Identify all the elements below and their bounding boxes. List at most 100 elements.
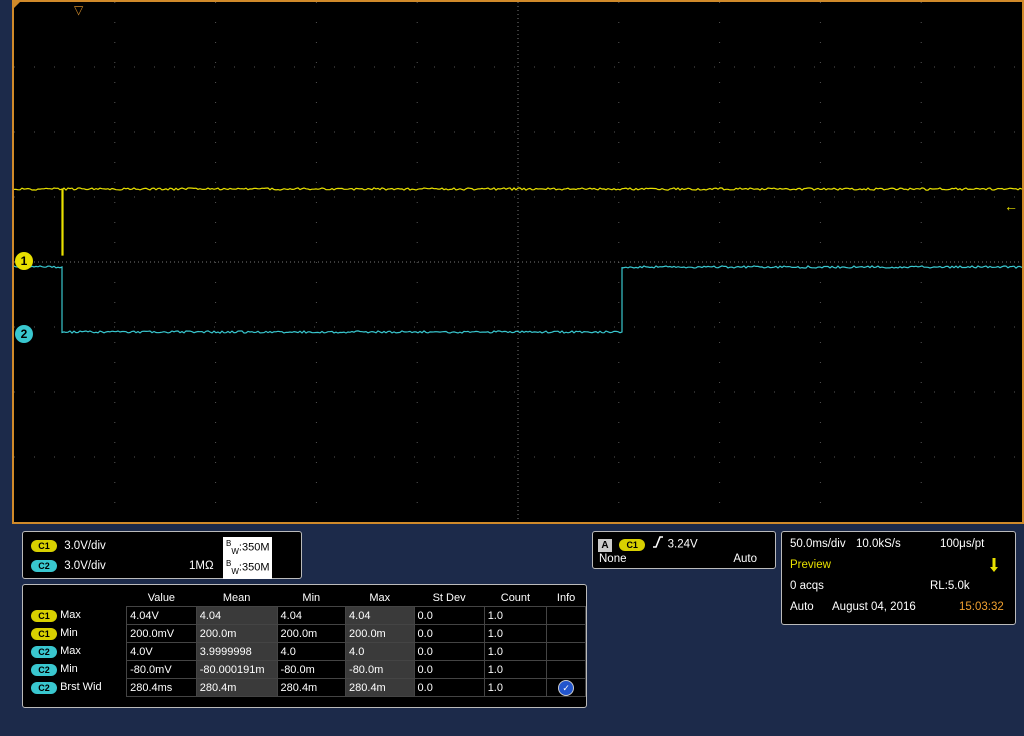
waveform-display[interactable]: ▽ ← 1 2	[12, 0, 1024, 524]
trigger-mode[interactable]: Auto	[733, 553, 757, 565]
header-stdev: St Dev	[414, 589, 484, 607]
measurement-info	[547, 625, 586, 643]
trigger-level[interactable]: 3.24V	[668, 539, 698, 551]
header-count: Count	[484, 589, 547, 607]
measurement-mean: 4.04	[196, 607, 277, 625]
measurement-row[interactable]: C2 Min -80.0mV -80.000191m -80.0m -80.0m…	[27, 661, 586, 679]
measurement-min: 4.04	[277, 607, 346, 625]
header-value: Value	[127, 589, 197, 607]
resolution: 100μs/pt	[940, 535, 984, 553]
measurement-min: 200.0m	[277, 625, 346, 643]
channel-1-marker[interactable]: 1	[15, 252, 33, 270]
channel-1-scale[interactable]: 3.0V/div	[64, 540, 106, 552]
channel-1-trace	[14, 188, 1022, 255]
measurement-count: 1.0	[484, 679, 547, 697]
channel-settings-panel[interactable]: C1 3.0V/div BW:350M C2 3.0V/div 1MΩ BW:3…	[22, 531, 302, 579]
trigger-level-marker[interactable]: ←	[1004, 198, 1018, 214]
measurement-info	[547, 643, 586, 661]
measurement-row[interactable]: C1 Min 200.0mV 200.0m 200.0m 200.0m 0.0 …	[27, 625, 586, 643]
channel-2-badge[interactable]: C2	[31, 560, 57, 572]
measurement-max: 280.4m	[346, 679, 415, 697]
record-length[interactable]: RL:5.0k	[930, 577, 970, 595]
measurement-min: 4.0	[277, 643, 346, 661]
measurement-name: Min	[60, 663, 78, 675]
measurement-value: 200.0mV	[127, 625, 197, 643]
trigger-coupling[interactable]: None	[599, 553, 627, 565]
channel-2-settings[interactable]: C2 3.0V/div 1MΩ BW:350M	[31, 557, 297, 575]
measurement-count: 1.0	[484, 643, 547, 661]
measurement-mean: 3.9999998	[196, 643, 277, 661]
measurement-channel-badge: C2	[31, 682, 57, 694]
measurement-name: Brst Wid	[60, 681, 102, 693]
measurement-name: Max	[60, 645, 81, 657]
graticule[interactable]	[14, 2, 1022, 522]
rising-edge-icon	[652, 536, 664, 553]
measurement-row[interactable]: C2 Max 4.0V 3.9999998 4.0 4.0 0.0 1.0	[27, 643, 586, 661]
measurement-mean: -80.000191m	[196, 661, 277, 679]
measurement-max: 4.04	[346, 607, 415, 625]
measurement-stdev: 0.0	[414, 625, 484, 643]
measurement-label[interactable]: C2 Max	[27, 643, 127, 661]
measurement-max: -80.0m	[346, 661, 415, 679]
measurement-max: 4.0	[346, 643, 415, 661]
channel-2-impedance[interactable]: 1MΩ	[189, 557, 214, 575]
horizontal-mode[interactable]: Auto	[790, 598, 814, 616]
header-max: Max	[346, 589, 415, 607]
measurement-value: 280.4ms	[127, 679, 197, 697]
measurement-channel-badge: C1	[31, 610, 57, 622]
measurement-value: -80.0mV	[127, 661, 197, 679]
measurements-table: Value Mean Min Max St Dev Count Info C1 …	[27, 589, 586, 697]
time: 15:03:32	[959, 598, 1004, 616]
measurement-name: Min	[60, 627, 78, 639]
measurement-count: 1.0	[484, 625, 547, 643]
info-icon[interactable]: ✓	[558, 680, 574, 696]
measurement-label[interactable]: C2 Min	[27, 661, 127, 679]
measurement-stdev: 0.0	[414, 643, 484, 661]
measurement-stdev: 0.0	[414, 679, 484, 697]
measurement-value: 4.04V	[127, 607, 197, 625]
measurement-label[interactable]: C1 Max	[27, 607, 127, 625]
trigger-panel[interactable]: A C1 3.24V None Auto	[592, 531, 776, 569]
measurement-name: Max	[60, 609, 81, 621]
measurement-count: 1.0	[484, 607, 547, 625]
measurement-info[interactable]: ✓	[547, 679, 586, 697]
measurement-label[interactable]: C1 Min	[27, 625, 127, 643]
measurement-max: 200.0m	[346, 625, 415, 643]
channel-2-bandwidth[interactable]: BW:350M	[223, 557, 272, 579]
measurement-value: 4.0V	[127, 643, 197, 661]
acquisition-panel[interactable]: 50.0ms/div 10.0kS/s 100μs/pt Preview 0 a…	[781, 531, 1016, 625]
channel-2-scale[interactable]: 3.0V/div	[64, 560, 106, 572]
channel-2-marker[interactable]: 2	[15, 325, 33, 343]
trigger-type-badge: A	[598, 539, 612, 552]
timebase[interactable]: 50.0ms/div	[790, 535, 846, 553]
single-sequence-icon[interactable]	[989, 556, 999, 574]
header-mean: Mean	[196, 589, 277, 607]
measurement-row[interactable]: C1 Max 4.04V 4.04 4.04 4.04 0.0 1.0	[27, 607, 586, 625]
header-blank	[27, 589, 127, 607]
measurement-count: 1.0	[484, 661, 547, 679]
measurement-mean: 280.4m	[196, 679, 277, 697]
trigger-source-badge[interactable]: C1	[619, 539, 645, 551]
sample-rate[interactable]: 10.0kS/s	[856, 535, 901, 553]
measurement-channel-badge: C2	[31, 664, 57, 676]
header-min: Min	[277, 589, 346, 607]
measurement-min: 280.4m	[277, 679, 346, 697]
measurement-stdev: 0.0	[414, 607, 484, 625]
trigger-position-marker[interactable]: ▽	[74, 3, 83, 17]
channel-2-trace	[14, 266, 1022, 333]
measurement-label[interactable]: C2 Brst Wid	[27, 679, 127, 697]
measurement-channel-badge: C2	[31, 646, 57, 658]
measurement-info	[547, 661, 586, 679]
acquisition-state[interactable]: Preview	[790, 556, 831, 574]
measurement-stdev: 0.0	[414, 661, 484, 679]
measurement-mean: 200.0m	[196, 625, 277, 643]
measurements-panel[interactable]: Value Mean Min Max St Dev Count Info C1 …	[22, 584, 587, 708]
measurement-channel-badge: C1	[31, 628, 57, 640]
channel-1-bandwidth[interactable]: BW:350M	[223, 537, 272, 559]
measurement-row[interactable]: C2 Brst Wid 280.4ms 280.4m 280.4m 280.4m…	[27, 679, 586, 697]
channel-1-badge[interactable]: C1	[31, 540, 57, 552]
measurement-min: -80.0m	[277, 661, 346, 679]
channel-1-settings[interactable]: C1 3.0V/div BW:350M	[31, 537, 297, 555]
measurement-info	[547, 607, 586, 625]
acquisition-count: 0 acqs	[790, 577, 824, 595]
